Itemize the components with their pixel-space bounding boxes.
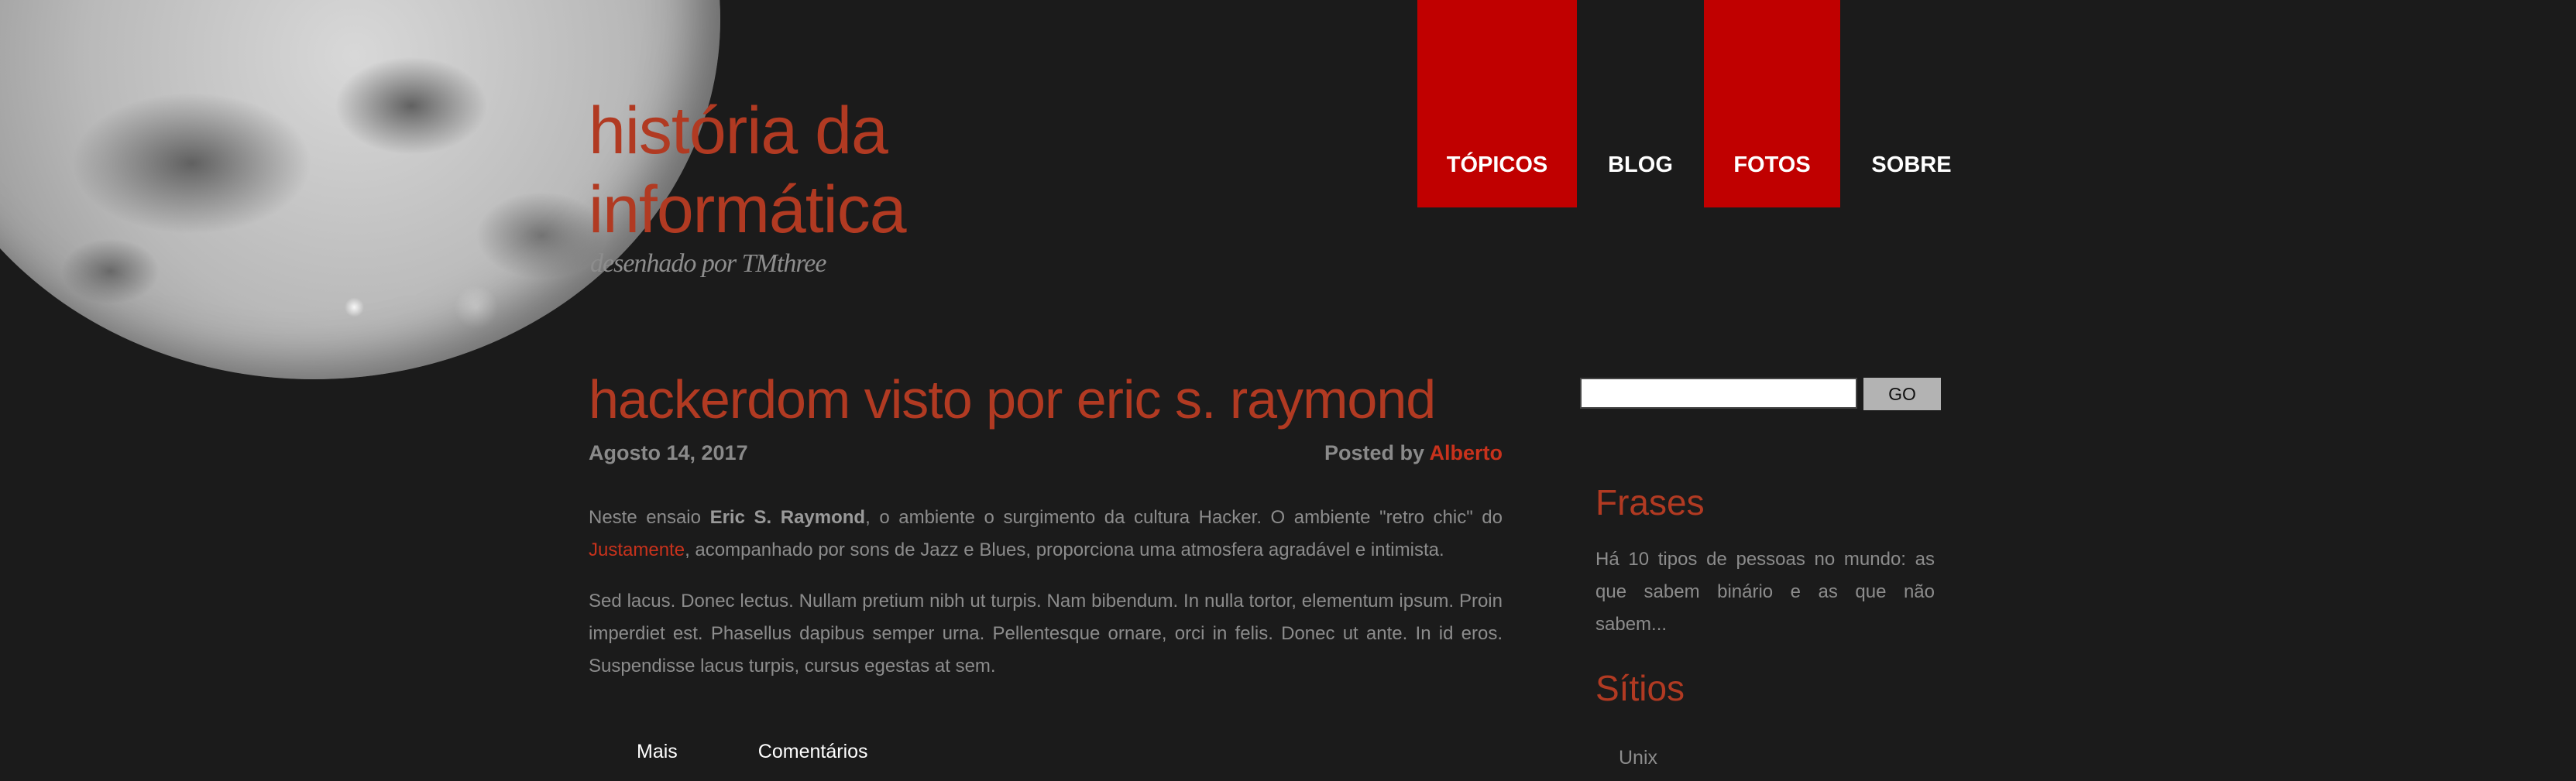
nav-item-sobre[interactable]: SOBRE (1840, 0, 1983, 207)
p1-text-a: Neste ensaio (589, 507, 710, 528)
post-body: Neste ensaio Eric S. Raymond, o ambiente… (589, 502, 1503, 701)
site-link-unix[interactable]: Unix (1619, 747, 1657, 769)
author-link[interactable]: Alberto (1430, 441, 1503, 464)
more-link[interactable]: Mais (637, 741, 678, 763)
post-date: Agosto 14, 2017 (589, 441, 748, 464)
site-title[interactable]: história da informática (589, 91, 1053, 249)
nav-item-topicos[interactable]: TÓPICOS (1417, 0, 1577, 207)
post-paragraph-1: Neste ensaio Eric S. Raymond, o ambiente… (589, 502, 1503, 567)
post-author: Posted by Alberto (1324, 441, 1503, 465)
nav-item-fotos[interactable]: FOTOS (1704, 0, 1840, 207)
p1-text-b: , o ambiente o surgimento da cultura Hac… (865, 507, 1503, 528)
posted-by-label: Posted by (1324, 441, 1424, 464)
post-links: Mais Comentários (637, 741, 868, 763)
quote-text: Há 10 tipos de pessoas no mundo: as que … (1595, 549, 1935, 635)
nav-item-blog[interactable]: BLOG (1577, 0, 1704, 207)
quotes-heading: Frases (1595, 482, 1705, 522)
site-tagline: desenhado por TMthree (590, 249, 826, 278)
main-nav: TÓPICOS BLOG FOTOS SOBRE (1417, 0, 1983, 207)
comments-link[interactable]: Comentários (758, 741, 868, 763)
p1-text-c: , acompanhado por sons de Jazz e Blues, … (685, 540, 1444, 560)
p1-link[interactable]: Justamente (589, 540, 685, 560)
search-input[interactable] (1580, 378, 1857, 409)
search-go-button[interactable]: GO (1863, 378, 1941, 410)
post-title[interactable]: hackerdom visto por eric s. raymond (589, 368, 1436, 430)
page: história da informática desenhado por TM… (0, 0, 2576, 781)
p1-bold-name: Eric S. Raymond (709, 507, 866, 528)
post-paragraph-2: Sed lacus. Donec lectus. Nullam pretium … (589, 591, 1503, 677)
sites-heading: Sítios (1595, 668, 1685, 708)
